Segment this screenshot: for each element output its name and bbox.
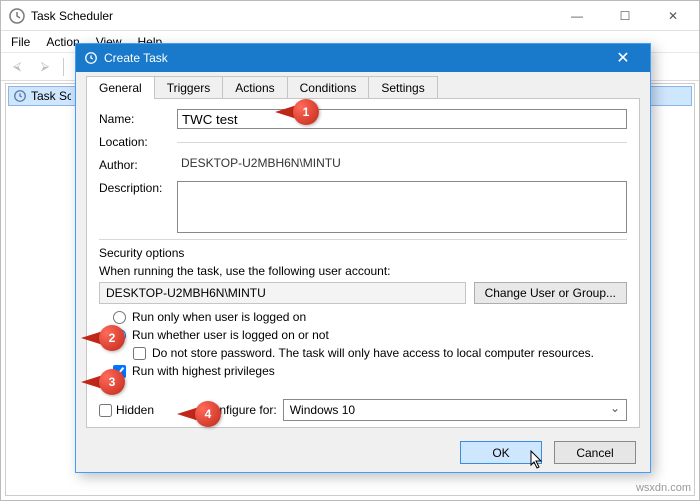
general-panel: Name: Location: Author: DESKTOP-U2MBH6N\…	[86, 98, 640, 428]
radio-run-logged-on[interactable]	[113, 311, 126, 324]
tab-conditions[interactable]: Conditions	[287, 76, 370, 99]
dialog-title: Create Task	[104, 51, 604, 65]
checkbox-hidden-label: Hidden	[116, 403, 154, 417]
security-user: DESKTOP-U2MBH6N\MINTU	[99, 282, 466, 304]
tree-root-label: Task Scheduler	[31, 89, 71, 103]
location-label: Location:	[99, 135, 177, 149]
mouse-cursor-icon	[530, 450, 544, 470]
dialog-titlebar: Create Task ✕	[76, 44, 650, 72]
checkbox-no-store-password[interactable]	[133, 347, 146, 360]
tab-triggers[interactable]: Triggers	[154, 76, 224, 99]
titlebar: Task Scheduler — ☐ ✕	[1, 1, 699, 31]
close-button[interactable]: ✕	[655, 9, 691, 23]
task-scheduler-window: Task Scheduler — ☐ ✕ File Action View He…	[0, 0, 700, 501]
description-label: Description:	[99, 181, 177, 195]
app-title: Task Scheduler	[31, 9, 559, 23]
name-label: Name:	[99, 112, 177, 126]
maximize-button[interactable]: ☐	[607, 9, 643, 23]
back-icon: ⮘	[7, 57, 27, 77]
minimize-button[interactable]: —	[559, 9, 595, 23]
clock-icon	[13, 89, 27, 103]
tab-actions[interactable]: Actions	[222, 76, 287, 99]
change-user-button[interactable]: Change User or Group...	[474, 282, 627, 304]
name-input[interactable]	[177, 109, 627, 129]
radio-run-logged-on-label: Run only when user is logged on	[132, 310, 306, 324]
description-input[interactable]	[177, 181, 627, 233]
watermark: wsxdn.com	[636, 482, 691, 494]
callout-2: 2	[99, 325, 125, 351]
app-icon	[9, 8, 25, 24]
dialog-close-button[interactable]: ✕	[604, 48, 642, 68]
clock-icon	[84, 51, 98, 65]
forward-icon: ⮚	[35, 57, 55, 77]
tab-strip: General Triggers Actions Conditions Sett…	[76, 72, 650, 98]
security-prompt: When running the task, use the following…	[99, 264, 627, 278]
configure-for-value: Windows 10	[290, 403, 355, 417]
configure-for-select[interactable]: Windows 10	[283, 399, 627, 421]
callout-1: 1	[293, 99, 319, 125]
create-task-dialog: Create Task ✕ General Triggers Actions C…	[75, 43, 651, 473]
callout-3: 3	[99, 369, 125, 395]
checkbox-highest-privileges-label: Run with highest privileges	[132, 364, 275, 378]
security-options-title: Security options	[99, 246, 627, 260]
author-value: DESKTOP-U2MBH6N\MINTU	[177, 155, 627, 175]
tab-settings[interactable]: Settings	[368, 76, 437, 99]
author-label: Author:	[99, 158, 177, 172]
radio-run-whether-label: Run whether user is logged on or not	[132, 328, 329, 342]
checkbox-hidden[interactable]	[99, 404, 112, 417]
cancel-button[interactable]: Cancel	[554, 441, 636, 464]
checkbox-no-store-password-label: Do not store password. The task will onl…	[152, 346, 594, 360]
tab-general[interactable]: General	[86, 76, 155, 99]
callout-4: 4	[195, 401, 221, 427]
menu-file[interactable]: File	[11, 35, 30, 49]
